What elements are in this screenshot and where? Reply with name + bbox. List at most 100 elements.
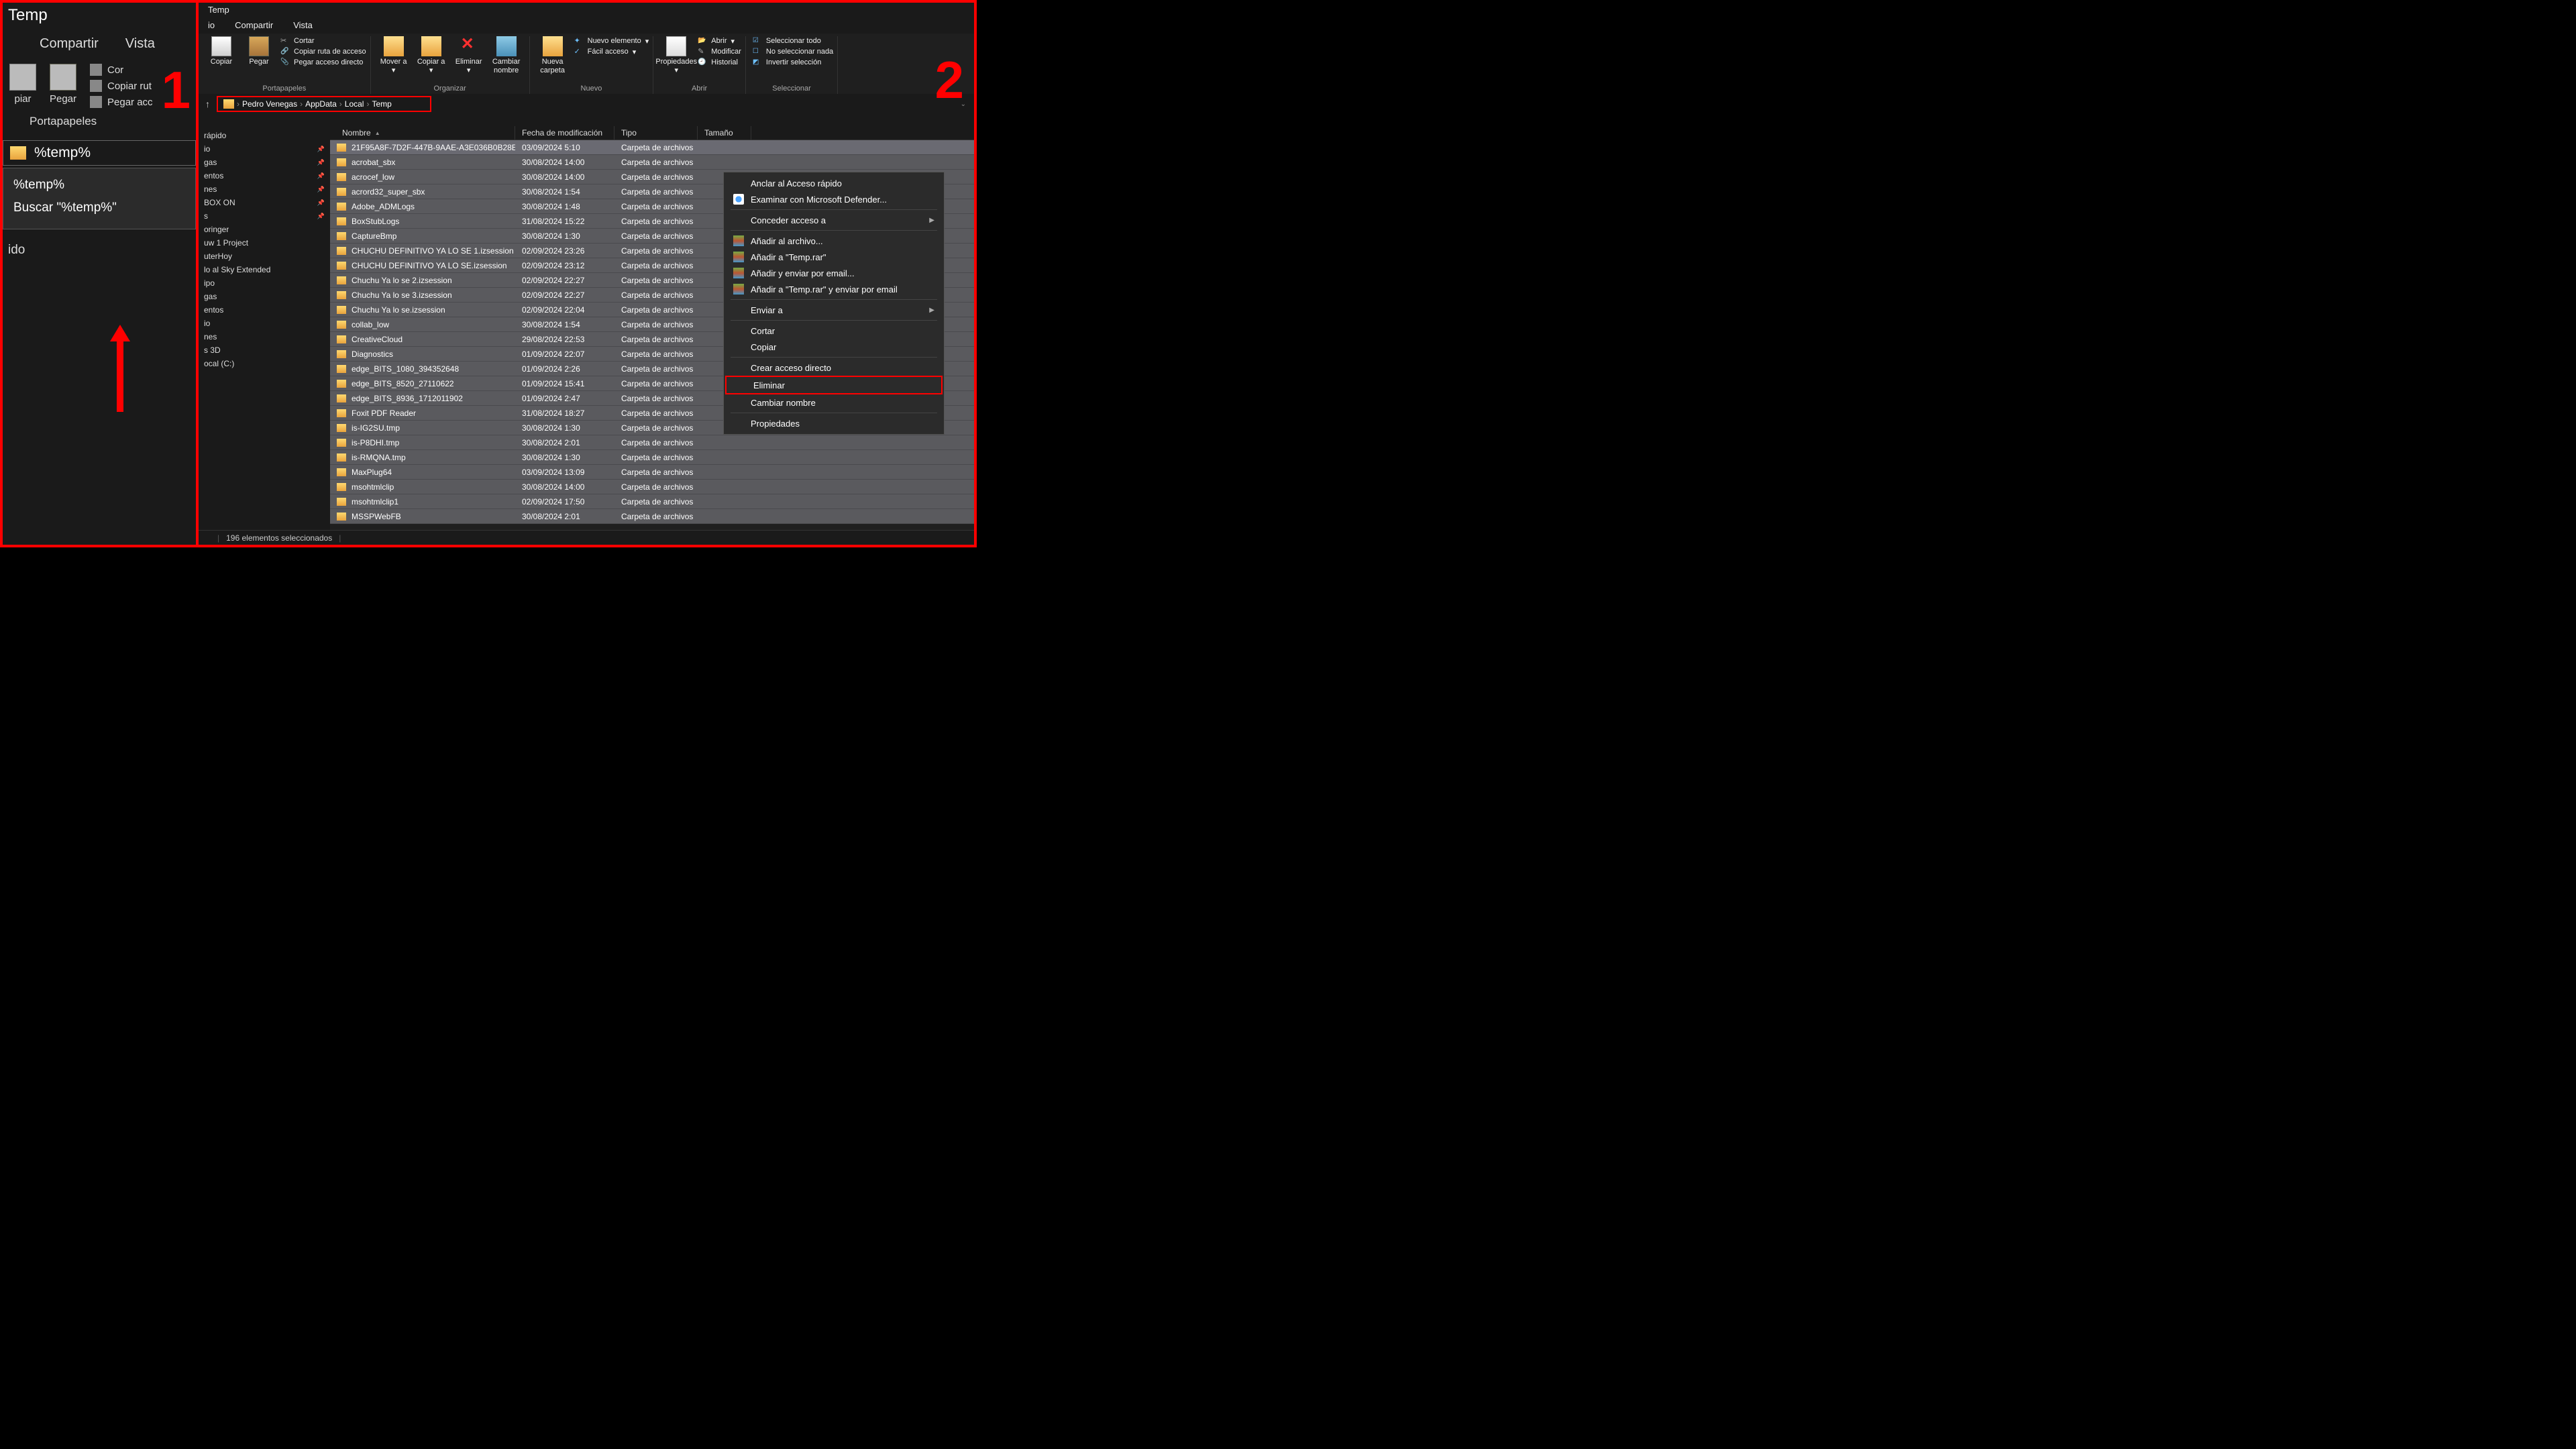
column-size[interactable]: Tamaño — [698, 126, 751, 140]
dropdown-item-search[interactable]: Buscar "%temp%" — [13, 197, 185, 219]
ctx-defender-scan[interactable]: Examinar con Microsoft Defender... — [724, 191, 944, 207]
up-button[interactable]: ↑ — [203, 99, 213, 109]
select-all-button[interactable]: Seleccionar todo — [753, 36, 833, 46]
copy-path-button[interactable]: Copiar rut — [90, 80, 153, 92]
dropdown-item-temp[interactable]: %temp% — [13, 174, 185, 197]
sidebar-item[interactable]: BOX ON📌 — [199, 196, 330, 209]
sidebar-item[interactable]: io📌 — [199, 142, 330, 156]
breadcrumb-segment[interactable]: Temp — [372, 99, 391, 109]
sidebar-item[interactable]: nes — [199, 330, 330, 343]
file-type: Carpeta de archivos — [614, 512, 698, 521]
folder-icon — [337, 173, 346, 181]
copy-path-button[interactable]: Copiar ruta de acceso — [280, 47, 366, 56]
sidebar-item[interactable]: gas — [199, 290, 330, 303]
column-type[interactable]: Tipo — [614, 126, 698, 140]
sidebar-item[interactable]: io — [199, 317, 330, 330]
ctx-add-to-temp-rar[interactable]: Añadir a "Temp.rar" — [724, 249, 944, 265]
table-row[interactable]: 21F95A8F-7D2F-447B-9AAE-A3E036B0B28E03/0… — [330, 140, 974, 155]
folder-icon — [337, 262, 346, 270]
breadcrumb-segment[interactable]: Pedro Venegas — [242, 99, 297, 109]
ctx-create-shortcut[interactable]: Crear acceso directo — [724, 360, 944, 376]
ctx-pin-quick-access[interactable]: Anclar al Acceso rápido — [724, 175, 944, 191]
ctx-rename[interactable]: Cambiar nombre — [724, 394, 944, 411]
file-type: Carpeta de archivos — [614, 172, 698, 182]
tab-vista[interactable]: Vista — [125, 36, 155, 52]
ctx-cut[interactable]: Cortar — [724, 323, 944, 339]
sidebar-item[interactable]: entos — [199, 303, 330, 317]
file-date: 30/08/2024 1:30 — [515, 423, 614, 433]
sidebar-item[interactable]: nes📌 — [199, 182, 330, 196]
paste-button[interactable]: Pegar — [240, 36, 278, 66]
blank-icon — [733, 362, 744, 373]
sort-asc-icon: ▲ — [375, 130, 380, 136]
ctx-add-temp-and-email[interactable]: Añadir a "Temp.rar" y enviar por email — [724, 281, 944, 297]
breadcrumb[interactable]: › Pedro Venegas › AppData › Local › Temp — [217, 96, 431, 112]
new-folder-button[interactable]: Nueva carpeta — [534, 36, 572, 74]
column-date[interactable]: Fecha de modificación — [515, 126, 614, 140]
ctx-properties[interactable]: Propiedades — [724, 415, 944, 431]
table-row[interactable]: msohtmlclip30/08/2024 14:00Carpeta de ar… — [330, 480, 974, 494]
move-icon — [384, 36, 404, 56]
file-name: acrocef_low — [352, 172, 515, 182]
sidebar-item[interactable]: s📌 — [199, 209, 330, 223]
tab-compartir[interactable]: Compartir — [40, 36, 99, 52]
table-row[interactable]: acrobat_sbx30/08/2024 14:00Carpeta de ar… — [330, 155, 974, 170]
sidebar-item[interactable]: ocal (C:) — [199, 357, 330, 370]
tab-compartir[interactable]: Compartir — [225, 17, 282, 34]
file-type: Carpeta de archivos — [614, 409, 698, 418]
table-row[interactable]: is-RMQNA.tmp30/08/2024 1:30Carpeta de ar… — [330, 450, 974, 465]
table-row[interactable]: MSSPWebFB30/08/2024 2:01Carpeta de archi… — [330, 509, 974, 524]
sidebar-item[interactable]: rápido — [199, 129, 330, 142]
open-button[interactable]: Abrir ▾ — [698, 36, 741, 46]
breadcrumb-segment[interactable]: AppData — [305, 99, 337, 109]
file-name: edge_BITS_1080_394352648 — [352, 364, 515, 374]
ctx-add-and-email[interactable]: Añadir y enviar por email... — [724, 265, 944, 281]
new-item-button[interactable]: Nuevo elemento ▾ — [574, 36, 649, 46]
table-row[interactable]: MaxPlug6403/09/2024 13:09Carpeta de arch… — [330, 465, 974, 480]
move-to-button[interactable]: Mover a▾ — [375, 36, 413, 74]
folder-icon — [337, 409, 346, 417]
address-bar[interactable]: %temp% — [3, 140, 196, 166]
history-button[interactable]: Historial — [698, 58, 741, 67]
modify-button[interactable]: Modificar — [698, 47, 741, 56]
ctx-grant-access[interactable]: Conceder acceso a▶ — [724, 212, 944, 228]
folder-icon — [337, 188, 346, 196]
rename-button[interactable]: Cambiar nombre — [488, 36, 525, 74]
cut-button[interactable]: Cortar — [280, 36, 366, 46]
copy-to-button[interactable]: Copiar a▾ — [413, 36, 450, 74]
breadcrumb-segment[interactable]: Local — [345, 99, 364, 109]
ctx-add-to-archive[interactable]: Añadir al archivo... — [724, 233, 944, 249]
properties-button[interactable]: Propiedades▾ — [657, 36, 695, 74]
paste-shortcut-button[interactable]: Pegar acc — [90, 96, 153, 108]
ctx-delete[interactable]: Eliminar — [725, 376, 943, 394]
table-row[interactable]: msohtmlclip102/09/2024 17:50Carpeta de a… — [330, 494, 974, 509]
sidebar-item[interactable]: ipo — [199, 276, 330, 290]
delete-button[interactable]: Eliminar▾ — [450, 36, 488, 74]
sidebar-item[interactable]: s 3D — [199, 343, 330, 357]
history-icon — [698, 58, 707, 67]
file-date: 02/09/2024 23:26 — [515, 246, 614, 256]
sidebar-item[interactable]: uterHoy — [199, 250, 330, 263]
invert-selection-button[interactable]: Invertir selección — [753, 58, 833, 67]
cut-button[interactable]: Cor — [90, 64, 153, 76]
window-title: Temp — [3, 3, 196, 28]
ctx-copy[interactable]: Copiar — [724, 339, 944, 355]
copy-button[interactable]: piar — [3, 64, 43, 105]
paste-shortcut-button[interactable]: Pegar acceso directo — [280, 58, 366, 67]
sidebar-item[interactable]: oringer — [199, 223, 330, 236]
table-row[interactable]: is-P8DHI.tmp30/08/2024 2:01Carpeta de ar… — [330, 435, 974, 450]
column-headers: Nombre▲ Fecha de modificación Tipo Tamañ… — [330, 126, 974, 140]
sidebar-item[interactable]: uw 1 Project — [199, 236, 330, 250]
ctx-send-to[interactable]: Enviar a▶ — [724, 302, 944, 318]
sidebar-item[interactable]: lo al Sky Extended — [199, 263, 330, 276]
select-none-button[interactable]: No seleccionar nada — [753, 47, 833, 56]
sidebar-item[interactable]: gas📌 — [199, 156, 330, 169]
copy-button[interactable]: Copiar — [203, 36, 240, 66]
paste-button[interactable]: Pegar — [43, 64, 83, 105]
tab-vista[interactable]: Vista — [284, 17, 322, 34]
delete-icon — [459, 36, 479, 56]
easy-access-button[interactable]: Fácil acceso ▾ — [574, 47, 649, 56]
sidebar-item[interactable]: entos📌 — [199, 169, 330, 182]
column-name[interactable]: Nombre▲ — [330, 126, 515, 140]
tab-inicio[interactable]: io — [199, 17, 224, 34]
